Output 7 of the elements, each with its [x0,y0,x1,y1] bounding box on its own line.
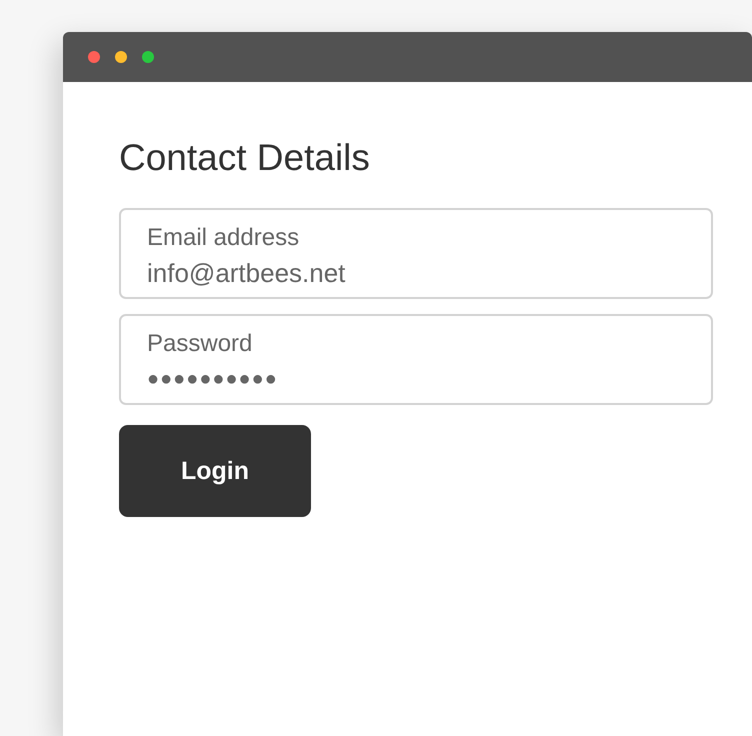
window-button[interactable] [142,51,154,63]
form-title: Contact Details [119,136,371,180]
window-button[interactable] [88,51,100,63]
password-field[interactable]: Password ●●●●●●●●●● [119,314,713,405]
email-field[interactable]: Email address info@artbees.net [119,208,713,299]
login-button[interactable]: Login [119,425,311,517]
window-button[interactable] [115,51,127,63]
